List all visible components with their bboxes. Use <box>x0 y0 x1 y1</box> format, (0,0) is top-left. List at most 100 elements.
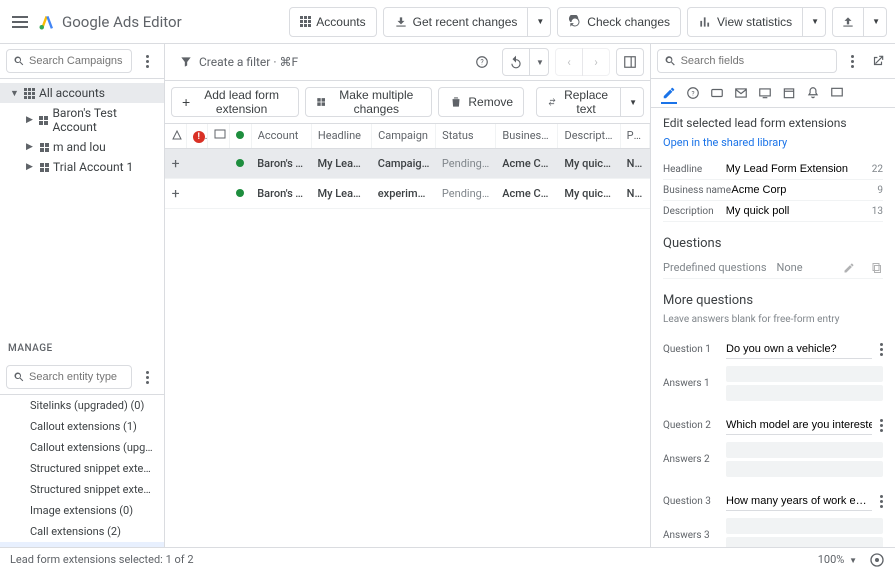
pencil-icon[interactable] <box>843 262 855 274</box>
filter-placeholder: Create a filter · ⌘F <box>199 55 298 69</box>
make-multiple-changes-button[interactable]: Make multiple changes <box>305 87 432 117</box>
answer-input[interactable] <box>726 537 883 547</box>
account-node[interactable]: ▶Trial Account 1 <box>0 157 164 177</box>
account-col-header[interactable]: Account <box>252 124 312 148</box>
table-header: ! Account Headline Campaign Status Busin… <box>165 123 650 149</box>
question-1-input[interactable] <box>726 340 872 359</box>
status-col-header[interactable] <box>230 124 252 148</box>
get-recent-changes-button[interactable]: Get recent changes <box>383 7 529 37</box>
tab-device[interactable] <box>757 85 773 101</box>
tab-schedule[interactable] <box>781 85 797 101</box>
post-dropdown[interactable]: ▼ <box>863 7 887 37</box>
help-button[interactable]: ? <box>468 48 496 76</box>
copy-icon[interactable] <box>871 262 883 274</box>
panel-layout-button[interactable] <box>616 48 644 76</box>
entity-search-input[interactable] <box>29 371 125 383</box>
question-3-input[interactable] <box>726 492 872 511</box>
undo-button[interactable] <box>502 48 530 76</box>
remove-button[interactable]: Remove <box>438 87 524 117</box>
tab-edit[interactable] <box>661 88 677 104</box>
description-input[interactable] <box>726 205 868 217</box>
delta-col-header[interactable] <box>165 124 187 148</box>
campaign-col-header[interactable]: Campaign <box>372 124 436 148</box>
expand-row-button[interactable]: + <box>165 186 186 202</box>
add-lead-form-button[interactable]: +Add lead form extension <box>171 87 299 117</box>
zoom-control[interactable]: 100% ▼ <box>818 553 857 566</box>
entity-item[interactable]: Structured snippet extensions (1) <box>0 458 164 479</box>
headline-field[interactable]: Headline 22 <box>663 159 883 180</box>
check-changes-button[interactable]: Check changes <box>557 7 681 37</box>
description-field[interactable]: Description 13 <box>663 201 883 222</box>
tab-url[interactable] <box>709 85 725 101</box>
campaign-search-input[interactable] <box>29 55 125 67</box>
entity-search[interactable] <box>6 365 132 389</box>
account-icon <box>40 163 49 172</box>
filter-icon <box>179 55 193 69</box>
table-row[interactable]: + Baron's Test A... My Lead Form ... exp… <box>165 179 650 209</box>
account-node[interactable]: ▶Baron's Test Account <box>0 103 164 137</box>
predefined-col-header[interactable]: Pre... <box>621 124 650 148</box>
business-col-header[interactable]: Business name <box>496 124 558 148</box>
entity-item-lead-form[interactable]: Lead form extensions (2) <box>0 542 164 547</box>
detail-tabs: ? <box>651 79 895 108</box>
account-node[interactable]: ▶m and lou <box>0 137 164 157</box>
entity-search-more[interactable] <box>136 364 158 390</box>
search-icon <box>13 370 25 384</box>
post-button[interactable] <box>832 7 864 37</box>
filter-box[interactable]: Create a filter · ⌘F <box>171 50 462 74</box>
entity-item[interactable]: Callout extensions (upgraded) (0) <box>0 437 164 458</box>
campaign-search-more[interactable] <box>136 48 158 74</box>
expand-row-button[interactable]: + <box>165 156 186 172</box>
view-statistics-button[interactable]: View statistics <box>687 7 803 37</box>
replace-text-button[interactable]: Replace text <box>536 87 621 117</box>
tab-comment[interactable] <box>829 85 845 101</box>
answer-input[interactable] <box>726 385 883 401</box>
fields-search-input[interactable] <box>681 55 830 67</box>
answer-input[interactable] <box>726 366 883 382</box>
fields-search[interactable] <box>657 49 837 73</box>
tab-notification[interactable] <box>805 85 821 101</box>
left-sidebar: ▼ All accounts ▶Baron's Test Account ▶m … <box>0 44 165 547</box>
all-accounts-node[interactable]: ▼ All accounts <box>0 83 164 103</box>
entity-item[interactable]: Sitelinks (upgraded) (0) <box>0 395 164 416</box>
accounts-button[interactable]: Accounts <box>289 7 376 37</box>
entity-item[interactable]: Structured snippet extensions (up... <box>0 479 164 500</box>
replace-text-dropdown[interactable]: ▼ <box>620 87 644 117</box>
tab-help[interactable]: ? <box>685 85 701 101</box>
question-more-button[interactable] <box>880 495 883 508</box>
headline-col-header[interactable]: Headline <box>312 124 372 148</box>
search-icon <box>664 54 677 68</box>
get-recent-changes-dropdown[interactable]: ▼ <box>527 7 551 37</box>
question-more-button[interactable] <box>880 419 883 432</box>
popout-button[interactable] <box>867 48 889 74</box>
headline-input[interactable] <box>726 163 868 175</box>
manage-heading: MANAGE <box>0 333 164 360</box>
business-name-input[interactable] <box>731 184 873 196</box>
status-text-col-header[interactable]: Status <box>436 124 496 148</box>
entity-item[interactable]: Callout extensions (1) <box>0 416 164 437</box>
question-2-input[interactable] <box>726 416 872 435</box>
description-col-header[interactable]: Description <box>558 124 620 148</box>
answer-input[interactable] <box>726 461 883 477</box>
menu-button[interactable] <box>8 10 32 34</box>
answer-input[interactable] <box>726 442 883 458</box>
undo-dropdown[interactable]: ▼ <box>529 48 549 76</box>
open-library-link[interactable]: Open in the shared library <box>663 136 883 149</box>
table-row[interactable]: + Baron's Test A... My Lead Form ... Cam… <box>165 149 650 179</box>
entity-item[interactable]: Call extensions (2) <box>0 521 164 542</box>
business-name-field[interactable]: Business name 9 <box>663 180 883 201</box>
answer-input[interactable] <box>726 518 883 534</box>
fields-more-button[interactable] <box>841 48 863 74</box>
feedback-icon[interactable] <box>869 552 885 568</box>
checkbox-col-header[interactable] <box>208 124 230 148</box>
view-statistics-dropdown[interactable]: ▼ <box>802 7 826 37</box>
question-more-button[interactable] <box>880 343 883 356</box>
error-col-header[interactable]: ! <box>187 124 209 148</box>
predefined-questions-row: Predefined questions None <box>663 257 883 279</box>
entity-item[interactable]: Image extensions (0) <box>0 500 164 521</box>
tab-mail[interactable] <box>733 85 749 101</box>
status-dot-icon <box>236 189 244 197</box>
error-icon: ! <box>193 131 205 143</box>
pencil-icon <box>662 86 676 100</box>
campaign-search[interactable] <box>6 49 132 73</box>
